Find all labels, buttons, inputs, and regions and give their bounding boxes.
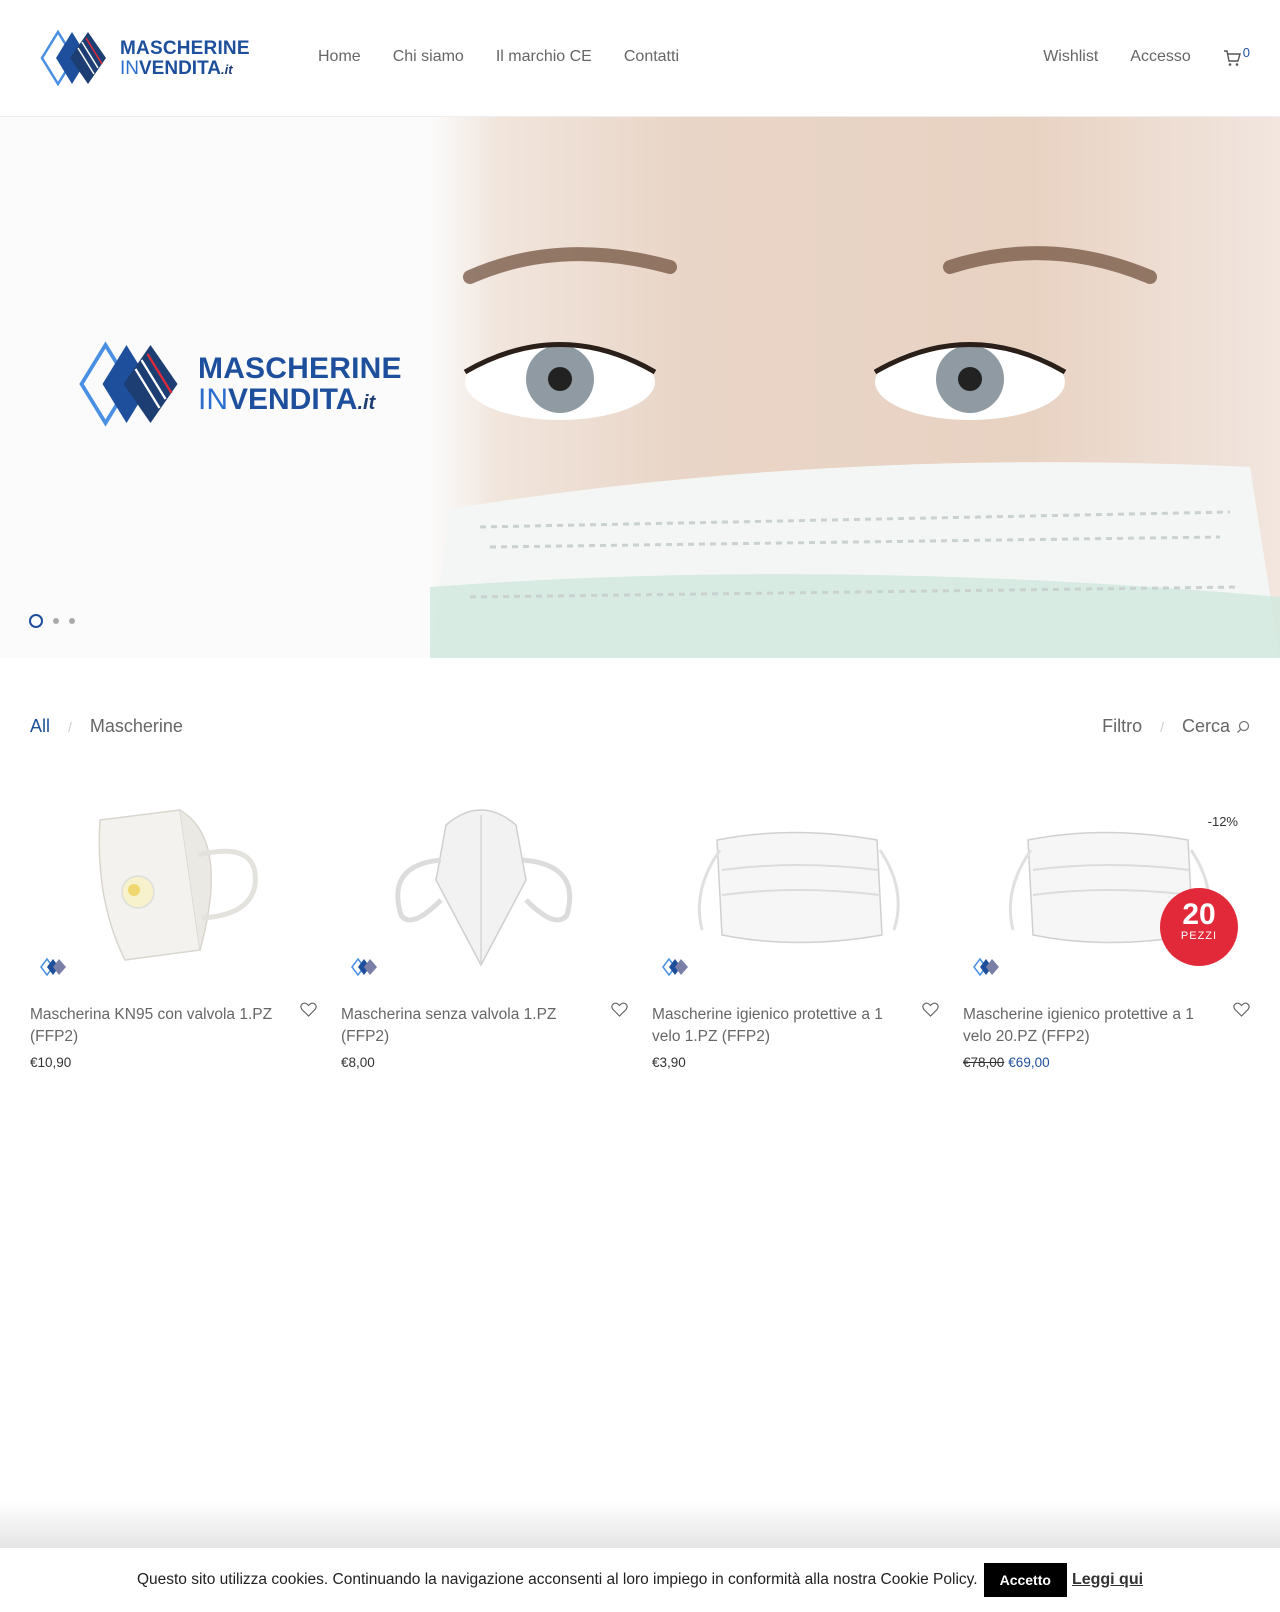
site-logo[interactable]: MASCHERINE INVENDITA.it [38,28,258,88]
cart-icon [1223,50,1241,66]
product-image[interactable] [341,800,628,980]
logo-in: IN [120,57,139,79]
heart-icon[interactable] [300,1002,317,1017]
hero-slider: MASCHERINE INVENDITA.it [0,117,1280,658]
quantity-badge-number: 20 [1182,898,1216,931]
product-card[interactable]: -12% 20 PEZZI Mascherine igienico protet… [963,800,1250,1070]
cookie-bar: Questo sito utilizza cookies. Continuand… [0,1548,1280,1612]
slider-dot-2[interactable] [53,618,59,624]
heart-icon[interactable] [1233,1002,1250,1017]
cookie-accept-button[interactable]: Accetto [983,1563,1067,1597]
filter-separator: / [1160,718,1164,735]
kn95-mask-image [395,809,573,967]
hero-face-illustration [430,246,1280,658]
filter-separator: / [68,718,72,735]
hero-logo-tld: .it [357,391,376,414]
old-price: €78,00 [963,1055,1005,1070]
cookie-text: Questo sito utilizza cookies. Continuand… [136,1571,978,1588]
header-actions: Wishlist Accesso 0 [1011,45,1250,67]
hero-logo-line1: MASCHERINE [198,351,402,385]
cookie-read-more-link[interactable]: Leggi qui [1072,1571,1143,1589]
cart-button[interactable]: 0 [1223,45,1250,67]
main-nav: Home Chi siamo Il marchio CE Contatti [318,48,711,66]
brand-mark-icon [40,957,66,977]
site-header: MASCHERINE INVENDITA.it Home Chi siamo I… [0,0,1280,117]
slider-dot-1[interactable] [29,614,43,628]
brand-mark-icon [973,957,999,977]
logo-line1: MASCHERINE [120,37,250,59]
cart-count: 0 [1242,45,1250,60]
product-title[interactable]: Mascherine igienico protettive a 1 velo … [652,1004,902,1048]
logo-tld: .it [220,61,233,77]
quantity-badge-label: PEZZI [1180,930,1218,942]
product-title[interactable]: Mascherina KN95 con valvola 1.PZ (FFP2) [30,1004,280,1048]
product-price: €3,90 [652,1055,686,1070]
slider-dot-3[interactable] [69,618,75,624]
search-icon[interactable] [1236,720,1250,734]
filter-toggle[interactable]: Filtro [1102,716,1142,737]
surgical-mask-image [697,831,900,944]
heart-icon[interactable] [922,1002,939,1017]
category-mascherine[interactable]: Mascherine [90,716,183,737]
hero-logo-in: IN [198,382,228,416]
heart-icon[interactable] [611,1002,628,1017]
hero-logo: MASCHERINE INVENDITA.it [72,339,402,429]
hero-logo-vendita: VENDITA [228,382,358,416]
brand-mark-icon [662,957,688,977]
product-card[interactable]: Mascherina senza valvola 1.PZ (FFP2) €8,… [341,800,628,1070]
search-toggle[interactable]: Cerca [1182,716,1230,737]
product-price: €78,00 €69,00 [963,1055,1050,1070]
nav-contatti[interactable]: Contatti [624,48,679,66]
nav-marchio-ce[interactable]: Il marchio CE [496,48,592,66]
kn95-valve-mask-image [98,809,258,961]
product-card[interactable]: Mascherina KN95 con valvola 1.PZ (FFP2) … [30,800,317,1070]
product-price: €10,90 [30,1055,72,1070]
category-all[interactable]: All [30,716,50,737]
login-link[interactable]: Accesso [1130,48,1190,66]
slider-dots [29,614,75,628]
hero-image [430,117,1280,658]
product-image[interactable]: -12% 20 PEZZI [963,800,1250,980]
hero-logo-mark-icon [79,341,178,427]
sale-price: €69,00 [1008,1055,1050,1070]
logo-vendita: VENDITA [139,57,221,79]
shop-filters: All / Mascherine Filtro / Cerca [30,716,1250,746]
logo-mark-icon [40,29,106,87]
brand-mark-icon [351,957,377,977]
nav-home[interactable]: Home [318,48,361,66]
sale-badge: -12% [1207,814,1238,829]
quantity-badge: 20 PEZZI [1160,888,1238,966]
product-card[interactable]: Mascherine igienico protettive a 1 velo … [652,800,939,1070]
product-price: €8,00 [341,1055,375,1070]
nav-chi-siamo[interactable]: Chi siamo [393,48,464,66]
cookie-bar-shadow [0,1500,1280,1548]
product-title[interactable]: Mascherine igienico protettive a 1 velo … [963,1004,1213,1048]
wishlist-link[interactable]: Wishlist [1043,48,1098,66]
product-image[interactable] [30,800,317,980]
product-image[interactable] [652,800,939,980]
product-title[interactable]: Mascherina senza valvola 1.PZ (FFP2) [341,1004,591,1048]
